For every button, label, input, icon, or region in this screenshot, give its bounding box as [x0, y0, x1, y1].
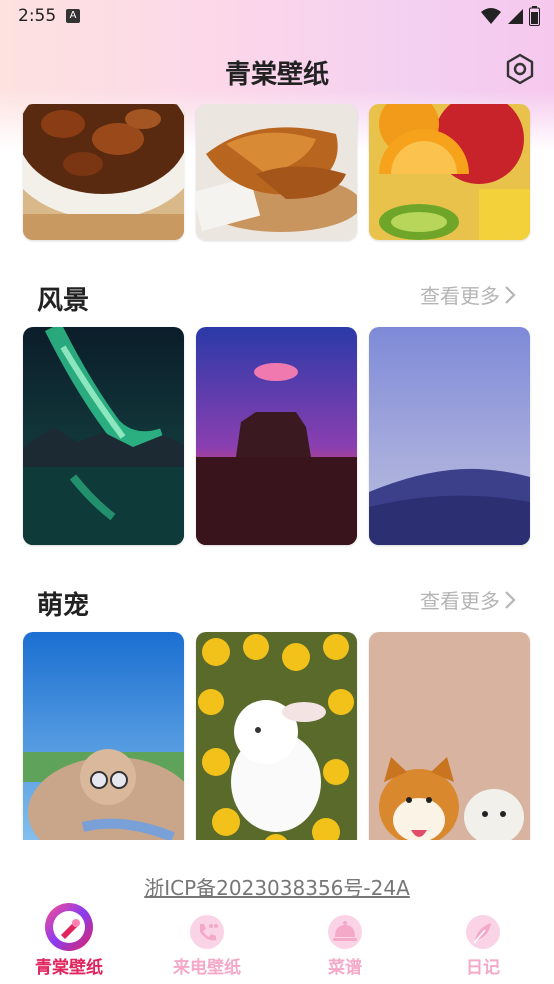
- view-more-label: 查看更多: [420, 284, 500, 308]
- wallpaper-thumb-dunes[interactable]: [369, 327, 530, 545]
- status-icons: [481, 6, 540, 26]
- wifi-icon: [481, 8, 501, 24]
- section-title-scenery: 风景: [37, 286, 90, 316]
- sand-dunes-image: [369, 327, 530, 545]
- wallpaper-thumb-fruit[interactable]: [369, 104, 530, 240]
- braised-dish-image: [23, 104, 184, 240]
- nav-label-diary: 日记: [466, 958, 500, 978]
- content-scroll[interactable]: 风景 查看更多 萌宠 查看更多: [0, 104, 554, 840]
- nav-label-wallpaper: 青棠壁纸: [35, 958, 103, 978]
- status-time: 2:55: [18, 6, 57, 26]
- wallpaper-thumb-cat[interactable]: [23, 632, 184, 840]
- view-more-pets[interactable]: 查看更多: [420, 585, 516, 614]
- wallpaper-thumb-dogs[interactable]: [369, 632, 530, 840]
- wallpaper-thumb-braised[interactable]: [23, 104, 184, 240]
- rabbit-image: [196, 632, 357, 840]
- cloche-icon: [328, 915, 362, 949]
- section-title-pets: 萌宠: [37, 591, 90, 621]
- wallpaper-thumb-rabbit[interactable]: [196, 632, 357, 840]
- icp-license-link[interactable]: 浙ICP备2023038356号-24A: [0, 872, 554, 901]
- feather-icon: [466, 915, 500, 949]
- app-header: 青棠壁纸: [0, 40, 554, 104]
- aurora-image: [23, 327, 184, 545]
- settings-button[interactable]: [503, 52, 537, 86]
- palette-icon: [45, 903, 93, 951]
- status-bar: 2:55 A: [0, 0, 554, 32]
- nav-item-wallpaper[interactable]: 青棠壁纸: [0, 900, 138, 984]
- desert-butte-image: [196, 327, 357, 545]
- notification-a-icon: A: [66, 9, 80, 23]
- settings-icon: [506, 53, 534, 85]
- nav-item-recipes[interactable]: 菜谱: [276, 900, 414, 984]
- chicken-wings-image: [196, 104, 357, 240]
- nav-item-call-wallpaper[interactable]: 来电壁纸: [138, 900, 276, 984]
- page-title: 青棠壁纸: [224, 60, 329, 90]
- cat-sunglasses-image: [23, 632, 184, 840]
- wallpaper-thumb-aurora[interactable]: [23, 327, 184, 545]
- dogs-image: [369, 632, 530, 840]
- phone-icon: [190, 915, 224, 949]
- chevron-right-icon: [505, 590, 516, 609]
- view-more-scenery[interactable]: 查看更多: [420, 280, 516, 309]
- chevron-right-icon: [505, 285, 516, 304]
- battery-icon: [529, 6, 540, 26]
- wallpaper-thumb-butte[interactable]: [196, 327, 357, 545]
- fruit-image: [369, 104, 530, 240]
- nav-label-call-wallpaper: 来电壁纸: [173, 958, 241, 978]
- nav-item-diary[interactable]: 日记: [414, 900, 552, 984]
- bottom-nav: 青棠壁纸 来电壁纸 菜谱 日记: [0, 900, 554, 984]
- wallpaper-thumb-wings[interactable]: [196, 104, 357, 240]
- signal-icon: [508, 9, 523, 24]
- nav-label-recipes: 菜谱: [328, 958, 362, 978]
- view-more-label: 查看更多: [420, 589, 500, 613]
